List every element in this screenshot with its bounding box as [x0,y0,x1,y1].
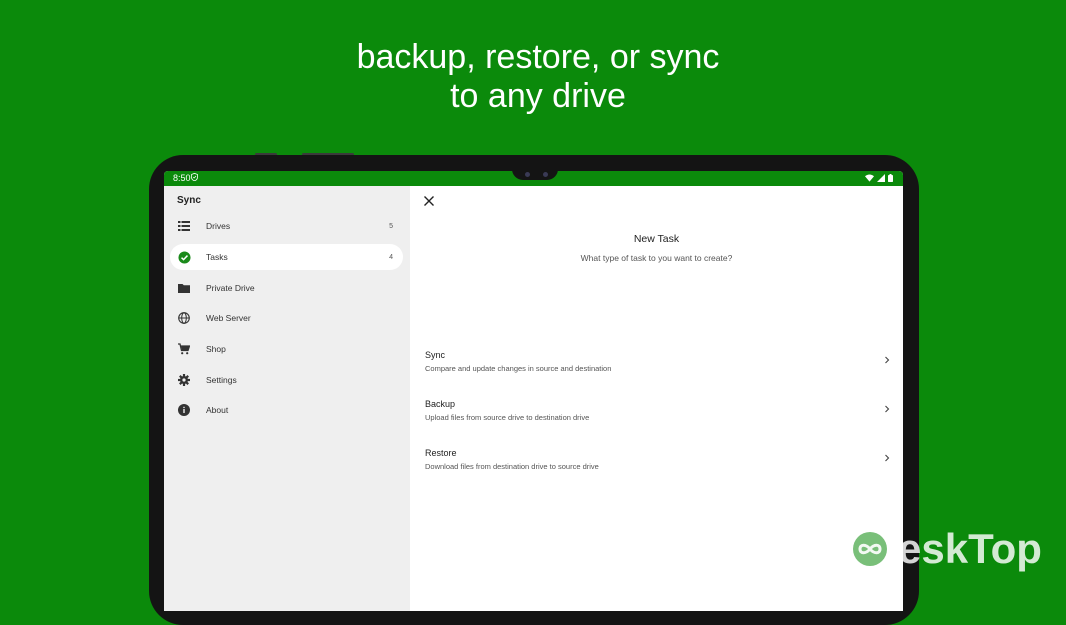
tasks-count-badge: 4 [389,253,393,261]
sidebar-item-private-drive[interactable]: Private Drive [170,275,403,301]
sidebar-item-label: Drives [206,221,231,231]
new-task-panel: New Task What type of task to you want t… [410,186,903,611]
camera-lens-left [525,172,530,177]
sidebar-item-about[interactable]: About [170,397,403,423]
sidebar-item-label: Tasks [206,252,228,262]
sidebar-title: Sync [177,195,201,206]
watermark: eskTop [838,516,1042,582]
shield-icon [191,173,198,181]
option-title: Backup [425,399,456,409]
sidebar-item-label: About [206,405,229,415]
option-description: Compare and update changes in source and… [425,364,612,373]
list-icon [177,219,191,233]
tablet-screen: 8:50 Sync Drives 5 Tasks 4 Private Drive… [164,171,903,611]
option-title: Restore [425,448,457,458]
watermark-text: eskTop [898,525,1042,572]
chevron-right-icon [885,405,890,413]
chevron-right-icon [885,454,890,462]
headline: backup, restore, or sync to any drive [0,38,1066,116]
sidebar-item-tasks[interactable]: Tasks 4 [170,244,403,270]
check-circle-icon [177,250,191,264]
sidebar-item-web-server[interactable]: Web Server [170,305,403,331]
sidebar-item-label: Shop [206,344,226,354]
option-title: Sync [425,350,446,360]
task-option-backup[interactable]: Backup Upload files from source drive to… [410,399,903,439]
cart-icon [177,342,191,356]
sidebar-item-label: Private Drive [206,283,255,293]
drives-count-badge: 5 [389,222,393,230]
task-option-restore[interactable]: Restore Download files from destination … [410,448,903,488]
camera-notch [512,171,558,180]
option-description: Download files from destination drive to… [425,462,599,471]
sidebar: Sync Drives 5 Tasks 4 Private Drive Web … [164,186,410,611]
sidebar-item-label: Settings [206,375,237,385]
wifi-icon [865,174,874,182]
info-icon [177,403,191,417]
battery-icon [888,174,893,182]
close-icon[interactable] [422,194,436,208]
headline-line-2: to any drive [450,77,626,115]
status-time: 8:50 [173,173,191,183]
new-task-title: New Task [633,233,680,245]
watermark-logo-icon [840,519,900,579]
new-task-subtitle: What type of task to you want to create? [580,253,733,263]
chevron-right-icon [885,356,890,364]
status-bar: 8:50 [164,171,903,186]
signal-icon [877,174,885,182]
option-description: Upload files from source drive to destin… [425,413,590,422]
task-option-sync[interactable]: Sync Compare and update changes in sourc… [410,350,903,390]
folder-icon [177,281,191,295]
globe-icon [177,311,191,325]
gear-icon [177,373,191,387]
camera-lens-right [543,172,548,177]
sidebar-item-drives[interactable]: Drives 5 [170,213,403,239]
sidebar-item-settings[interactable]: Settings [170,367,403,393]
status-icons [865,174,893,182]
sidebar-item-label: Web Server [206,313,251,323]
headline-line-1: backup, restore, or sync [356,38,720,76]
sidebar-item-shop[interactable]: Shop [170,336,403,362]
